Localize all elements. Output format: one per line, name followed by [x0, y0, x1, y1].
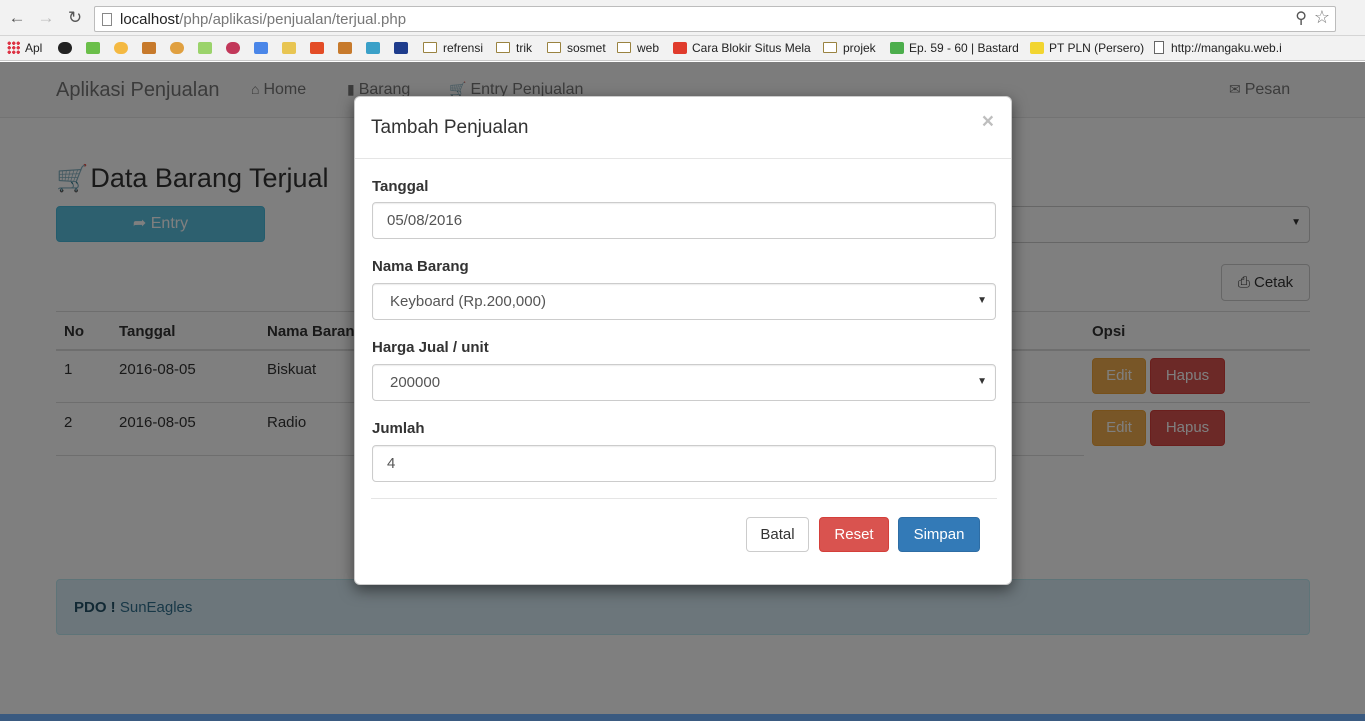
site-favicon-icon	[170, 42, 184, 54]
bookmark-site-1[interactable]	[86, 39, 105, 58]
folder-icon	[423, 42, 437, 53]
bookmark-bastard[interactable]: Ep. 59 - 60 | Bastard	[890, 39, 1019, 58]
site-favicon-icon	[142, 42, 156, 54]
bookmark-site-5[interactable]	[198, 39, 217, 58]
jumlah-input[interactable]: 4	[372, 445, 996, 482]
translate-icon	[254, 42, 268, 54]
simpan-button[interactable]: Simpan	[898, 517, 980, 552]
bookmark-site-6[interactable]	[226, 39, 245, 58]
harga-jual-label: Harga Jual / unit	[372, 339, 489, 356]
address-bar[interactable]: localhost/php/aplikasi/penjualan/terjual…	[94, 6, 1336, 32]
tanggal-input[interactable]: 05/08/2016	[372, 202, 996, 239]
bookmark-site-3[interactable]	[142, 39, 161, 58]
reset-button[interactable]: Reset	[819, 517, 889, 552]
apps-grid-icon	[7, 41, 20, 54]
close-icon[interactable]: ×	[982, 110, 994, 134]
github-icon	[58, 42, 72, 54]
bookmark-translate[interactable]	[254, 39, 273, 58]
browser-toolbar: ← → ↻ localhost/php/aplikasi/penjualan/t…	[0, 0, 1365, 36]
folder-icon	[617, 42, 631, 53]
harga-jual-select[interactable]: 200000 ▼	[372, 364, 996, 401]
site-favicon-icon	[366, 42, 380, 54]
bookmark-site-8[interactable]	[338, 39, 357, 58]
bookmark-github[interactable]	[58, 39, 77, 58]
lightning-icon	[1030, 42, 1044, 54]
folder-icon	[823, 42, 837, 53]
bookmark-site-10[interactable]	[394, 39, 413, 58]
back-arrow-icon[interactable]: ←	[7, 8, 27, 28]
caret-down-icon: ▼	[977, 295, 987, 306]
site-favicon-icon	[198, 42, 212, 54]
site-favicon-icon	[673, 42, 687, 54]
bookmark-site-9[interactable]	[366, 39, 385, 58]
modal-header-divider	[355, 158, 1011, 159]
reload-icon[interactable]: ↻	[65, 8, 85, 28]
caret-down-icon: ▼	[977, 376, 987, 387]
nama-barang-label: Nama Barang	[372, 258, 469, 275]
site-favicon-icon	[890, 42, 904, 54]
tambah-penjualan-modal: Tambah Penjualan × Tanggal 05/08/2016 Na…	[354, 96, 1012, 585]
bookmark-cara-blokir[interactable]: Cara Blokir Situs Mela	[673, 39, 811, 58]
batal-button[interactable]: Batal	[746, 517, 809, 552]
site-favicon-icon	[282, 42, 296, 54]
bookmark-folder-sosmet[interactable]: sosmet	[547, 39, 606, 58]
page-icon	[1154, 41, 1164, 54]
folder-icon	[547, 42, 561, 53]
bookmarks-bar: Apl refrensi trik sosmet web Cara Blokir…	[0, 36, 1365, 61]
bookmark-site-4[interactable]	[170, 39, 189, 58]
site-favicon-icon	[226, 42, 240, 54]
zoom-icon[interactable]: ⚲	[1295, 8, 1307, 28]
bookmark-pln[interactable]: PT PLN (Persero)	[1030, 39, 1144, 58]
bookmark-folder-trik[interactable]: trik	[496, 39, 532, 58]
bookmark-apps[interactable]: Apl	[7, 39, 42, 58]
nama-barang-select[interactable]: Keyboard (Rp.200,000) ▼	[372, 283, 996, 320]
bookmark-site-2[interactable]	[114, 39, 133, 58]
site-favicon-icon	[338, 42, 352, 54]
modal-footer-divider	[371, 498, 997, 499]
site-favicon-icon	[86, 42, 100, 54]
page-icon	[102, 13, 112, 26]
html5-icon	[310, 42, 324, 54]
bookmark-html5[interactable]	[310, 39, 329, 58]
folder-icon	[496, 42, 510, 53]
bookmark-site-7[interactable]	[282, 39, 301, 58]
bookmark-star-icon[interactable]: ☆	[1314, 7, 1330, 28]
cloud-favicon-icon	[114, 42, 128, 54]
modal-title: Tambah Penjualan	[371, 117, 529, 138]
url-text: localhost/php/aplikasi/penjualan/terjual…	[120, 11, 407, 28]
bookmark-mangaku[interactable]: http://mangaku.web.i	[1154, 39, 1282, 58]
jumlah-label: Jumlah	[372, 420, 425, 437]
bookmark-folder-refrensi[interactable]: refrensi	[423, 39, 483, 58]
bookmark-folder-projek[interactable]: projek	[823, 39, 876, 58]
bookmark-folder-web[interactable]: web	[617, 39, 659, 58]
os-taskbar	[0, 714, 1365, 721]
site-favicon-icon	[394, 42, 408, 54]
forward-arrow-icon[interactable]: →	[36, 8, 56, 28]
tanggal-label: Tanggal	[372, 178, 429, 195]
